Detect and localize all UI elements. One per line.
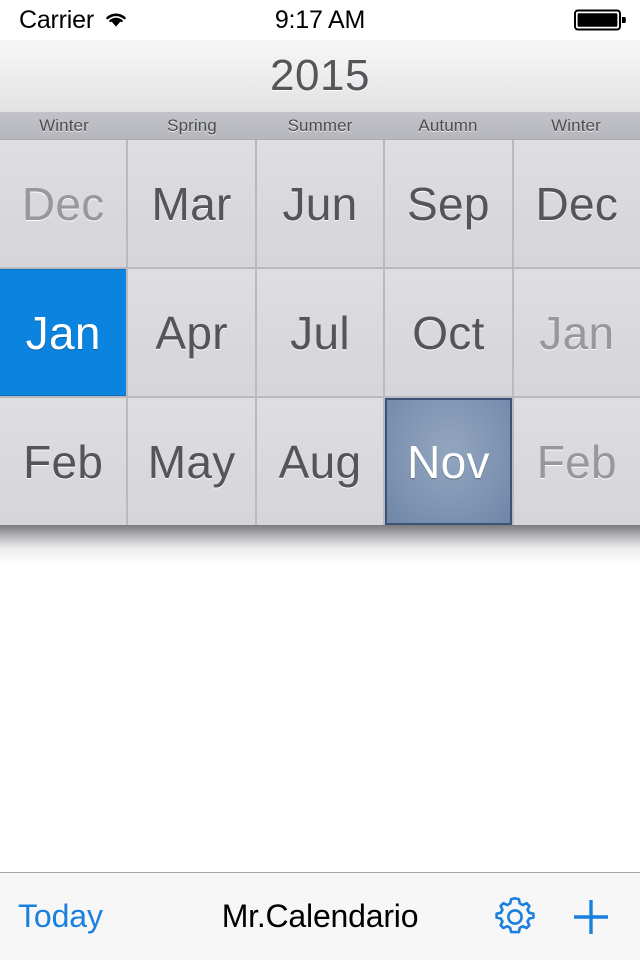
month-cell[interactable]: Feb xyxy=(513,398,640,525)
month-cell[interactable]: Dec xyxy=(513,140,640,267)
month-cell[interactable]: Jan xyxy=(513,269,640,396)
season-label-winter-next: Winter xyxy=(551,115,601,135)
month-cell[interactable]: Aug xyxy=(256,398,384,525)
season-header-row: Winter Spring Summer Autumn Winter xyxy=(0,112,640,140)
month-cell[interactable]: Mar xyxy=(128,140,255,267)
season-label-winter-prev: Winter xyxy=(39,115,89,135)
grid-drop-shadow xyxy=(0,525,640,565)
season-label-autumn: Autumn xyxy=(418,115,478,135)
month-row: Jan Apr Jul Oct Jan xyxy=(0,269,640,396)
gear-icon[interactable] xyxy=(490,892,540,942)
month-cell[interactable]: Oct xyxy=(385,269,512,396)
month-cell[interactable]: Jul xyxy=(256,269,384,396)
toolbar-actions xyxy=(490,892,614,942)
month-cell[interactable]: Nov xyxy=(385,398,512,525)
year-title: 2015 xyxy=(270,51,370,100)
month-cell[interactable]: Apr xyxy=(128,269,255,396)
month-row: Dec Mar Jun Sep Dec xyxy=(0,140,640,267)
status-bar-right xyxy=(574,8,626,32)
season-label-spring: Spring xyxy=(167,115,217,135)
month-cell[interactable]: Jun xyxy=(256,140,384,267)
month-grid: Dec Mar Jun Sep Dec Jan Apr Jul Oct Jan … xyxy=(0,140,640,525)
status-bar: Carrier 9:17 AM xyxy=(0,0,640,40)
today-button[interactable]: Today xyxy=(18,898,103,935)
month-row: Feb May Aug Nov Feb xyxy=(0,398,640,525)
month-cell[interactable]: Feb xyxy=(0,398,127,525)
status-bar-time: 9:17 AM xyxy=(274,5,366,34)
navigation-bar: 2015 xyxy=(0,40,640,112)
bottom-toolbar: Today Mr.Calendario xyxy=(0,872,640,960)
plus-icon[interactable] xyxy=(568,894,614,940)
month-cell[interactable]: Sep xyxy=(385,140,512,267)
battery-full-icon xyxy=(574,8,626,32)
month-cell[interactable]: Jan xyxy=(0,269,127,396)
event-list-area xyxy=(0,565,640,872)
month-cell[interactable]: May xyxy=(128,398,255,525)
season-label-summer: Summer xyxy=(287,115,353,135)
app-screen: Carrier 9:17 AM 2015 Winter Spring Summe… xyxy=(0,0,640,960)
month-cell[interactable]: Dec xyxy=(0,140,127,267)
